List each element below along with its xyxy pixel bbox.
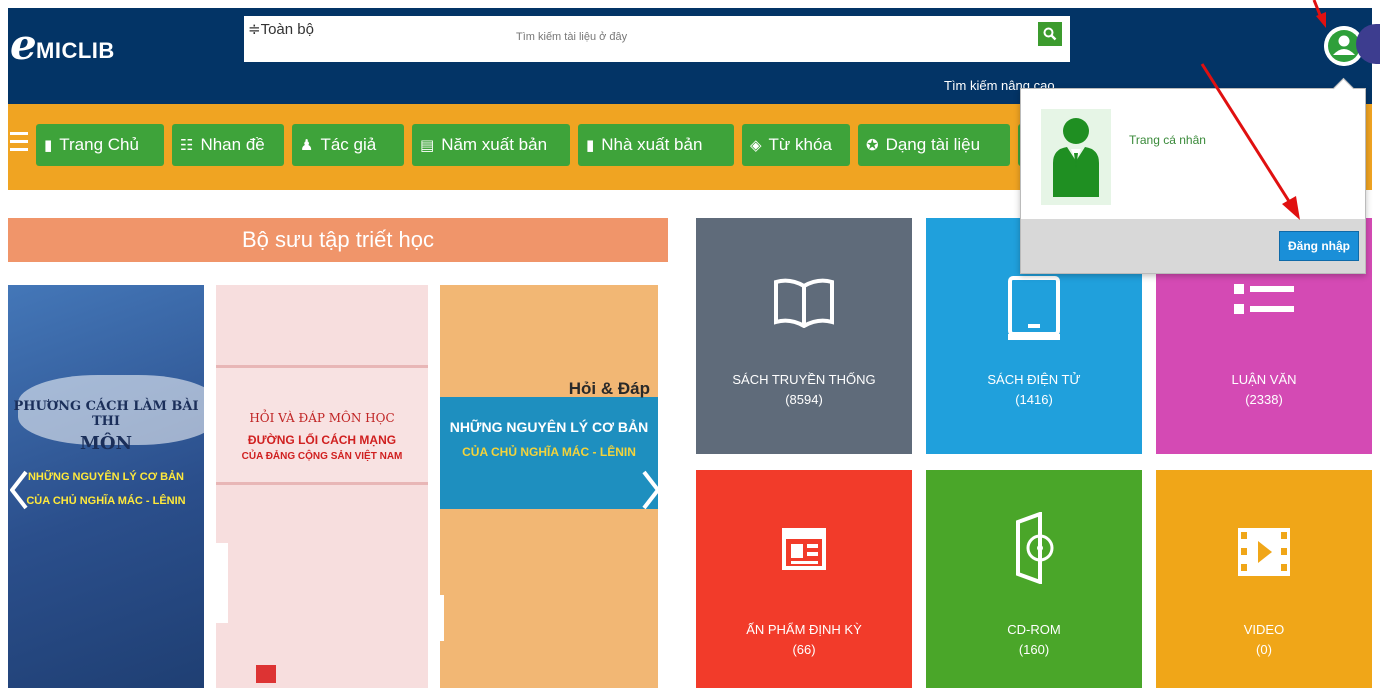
tile-label: ẤN PHẨM ĐỊNH KỲ — [746, 622, 862, 637]
tile-label: SÁCH TRUYỀN THỐNG — [732, 372, 876, 387]
carousel-prev-button[interactable] — [9, 470, 28, 520]
popup-footer: Đăng nhập — [1021, 219, 1365, 273]
nav-publisher-label: Nhà xuất bản — [601, 135, 703, 154]
chevron-right-icon — [642, 470, 661, 510]
nav-keyword-label: Từ khóa — [768, 135, 832, 154]
tile-count: (0) — [1256, 642, 1272, 657]
doctype-icon: ✪ — [866, 137, 879, 154]
nav-home[interactable]: ▮ Trang Chủ — [36, 124, 164, 166]
tile-count: (1416) — [1015, 392, 1053, 407]
book-icon: ▮ — [44, 137, 53, 154]
tile-label: SÁCH ĐIỆN TỬ — [987, 372, 1081, 387]
bookmark-icon: ▮ — [586, 137, 595, 154]
carousel-next-button[interactable] — [642, 470, 661, 520]
title-icon: ☷ — [180, 137, 194, 154]
open-book-icon — [774, 278, 834, 328]
tile-label: LUẬN VĂN — [1231, 372, 1297, 387]
page: e MICLIB ≑Toàn bộ Tìm kiếm nâng cao ▮ — [0, 0, 1380, 688]
nav-author-label: Tác giả — [320, 135, 377, 154]
search-button[interactable] — [1038, 22, 1062, 46]
logo[interactable]: e MICLIB — [10, 20, 150, 70]
businessman-icon — [1053, 118, 1099, 197]
book-title-line: MÔN — [79, 433, 133, 454]
search-scope-select[interactable]: ≑Toàn bộ — [248, 20, 314, 38]
tile-label: VIDEO — [1243, 622, 1285, 637]
calendar-icon: ▤ — [420, 137, 435, 154]
tile-count: (160) — [1018, 642, 1050, 657]
book-title-line: CỦA CHỦ NGHĨA MÁC - LÊNIN — [26, 495, 186, 507]
category-tile-traditional-books[interactable]: SÁCH TRUYỀN THỐNG (8594) — [696, 218, 912, 454]
nav-publisher[interactable]: ▮ Nhà xuất bản — [578, 124, 734, 166]
chevron-left-icon — [9, 470, 28, 510]
nav-home-label: Trang Chủ — [59, 135, 139, 154]
tile-label: CD-ROM — [1007, 622, 1061, 637]
book-title-line: NHỮNG NGUYÊN LÝ CƠ BẢN — [449, 419, 649, 435]
cd-icon — [1016, 512, 1054, 584]
profile-link[interactable]: Trang cá nhân — [1129, 133, 1206, 147]
nav-author[interactable]: ♟ Tác giả — [292, 124, 404, 166]
book-title-line: PHƯƠNG CÁCH LÀM BÀI THI — [13, 399, 199, 429]
book-title-line: NHỮNG NGUYÊN LÝ CƠ BẢN — [27, 471, 184, 483]
book-cover[interactable]: HỎI VÀ ĐÁP MÔN HỌC ĐƯỜNG LỐI CÁCH MẠNG C… — [216, 285, 428, 688]
book-cover[interactable]: Hỏi & Đáp NHỮNG NGUYÊN LÝ CƠ BẢN CỦA CHỦ… — [440, 285, 658, 688]
collection-title: Bộ sưu tập triết học — [8, 218, 668, 262]
search-box: ≑Toàn bộ — [244, 16, 1070, 62]
nav-title-label: Nhan đề — [200, 135, 265, 154]
login-button[interactable]: Đăng nhập — [1279, 231, 1359, 261]
book-title-line: HỎI VÀ ĐÁP MÔN HỌC — [249, 411, 395, 425]
newspaper-icon — [782, 528, 826, 570]
category-tile-video[interactable]: VIDEO (0) — [1156, 470, 1372, 688]
tile-count: (2338) — [1245, 392, 1283, 407]
book-title-line: CỦA ĐẢNG CỘNG SẢN VIỆT NAM — [241, 451, 403, 462]
logo-mark: e — [10, 20, 37, 69]
nav-year[interactable]: ▤ Năm xuất bản — [412, 124, 570, 166]
film-icon — [1238, 528, 1290, 576]
search-input[interactable] — [364, 22, 1024, 52]
keyword-icon: ◈ — [750, 137, 762, 154]
author-icon: ♟ — [300, 137, 314, 154]
book-title-line: CỦA CHỦ NGHĨA MÁC - LÊNIN — [462, 445, 636, 459]
nav-title[interactable]: ☷ Nhan đề — [172, 124, 284, 166]
category-tile-cdrom[interactable]: CD-ROM (160) — [926, 470, 1142, 688]
search-icon — [1043, 27, 1057, 41]
tile-count: (8594) — [785, 392, 823, 407]
hamburger-menu-icon[interactable] — [10, 132, 28, 156]
nav-keyword[interactable]: ◈ Từ khóa — [742, 124, 850, 166]
nav-year-label: Năm xuất bản — [441, 135, 548, 154]
book-title-line: ĐƯỜNG LỐI CÁCH MẠNG — [247, 433, 397, 447]
tile-count: (66) — [792, 642, 816, 657]
category-tile-periodicals[interactable]: ẤN PHẨM ĐỊNH KỲ (66) — [696, 470, 912, 688]
book-cover[interactable]: PHƯƠNG CÁCH LÀM BÀI THI MÔN NHỮNG NGUYÊN… — [8, 285, 204, 688]
nav-doctype[interactable]: ✪ Dạng tài liệu — [858, 124, 1010, 166]
user-dropdown: Trang cá nhân Đăng nhập — [1020, 88, 1366, 274]
nav-doctype-label: Dạng tài liệu — [885, 135, 981, 154]
logo-text: MICLIB — [36, 38, 115, 63]
profile-avatar — [1041, 109, 1111, 205]
book-title-line: Hỏi & Đáp — [568, 379, 650, 398]
tablet-icon — [1008, 276, 1060, 340]
